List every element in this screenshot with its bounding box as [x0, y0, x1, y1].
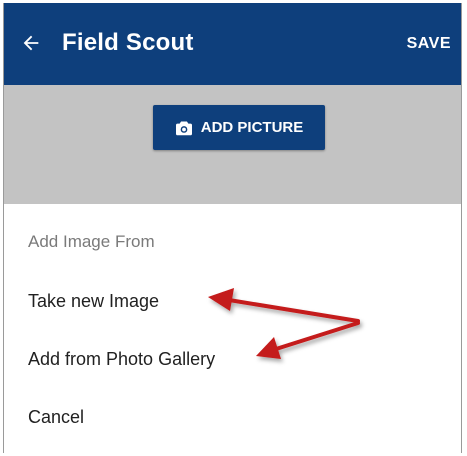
menu-item-take-new-image[interactable]: Take new Image	[4, 276, 461, 326]
menu-item-label: Add from Photo Gallery	[28, 348, 216, 369]
arrow-left-icon[interactable]	[20, 32, 42, 54]
dimmed-content-area: ADD PICTURE	[4, 85, 461, 204]
page-title: Field Scout	[62, 29, 194, 56]
add-picture-button[interactable]: ADD PICTURE	[153, 105, 325, 150]
add-picture-label: ADD PICTURE	[200, 119, 304, 136]
menu-item-label: Take new Image	[28, 290, 160, 311]
camera-icon	[175, 120, 192, 135]
menu-item-add-from-gallery[interactable]: Add from Photo Gallery	[4, 334, 461, 384]
sheet-title: Add Image From	[28, 232, 155, 251]
bottom-sheet-menu: Add Image From Take new Image Add from P…	[4, 204, 461, 453]
save-button[interactable]: SAVE	[407, 33, 451, 55]
menu-item-cancel[interactable]: Cancel	[4, 392, 461, 442]
menu-item-label: Cancel	[28, 406, 85, 427]
phone-screen: Field Scout SAVE ADD PICTURE Add Image F…	[3, 3, 462, 453]
app-bar: Field Scout SAVE	[4, 3, 461, 85]
